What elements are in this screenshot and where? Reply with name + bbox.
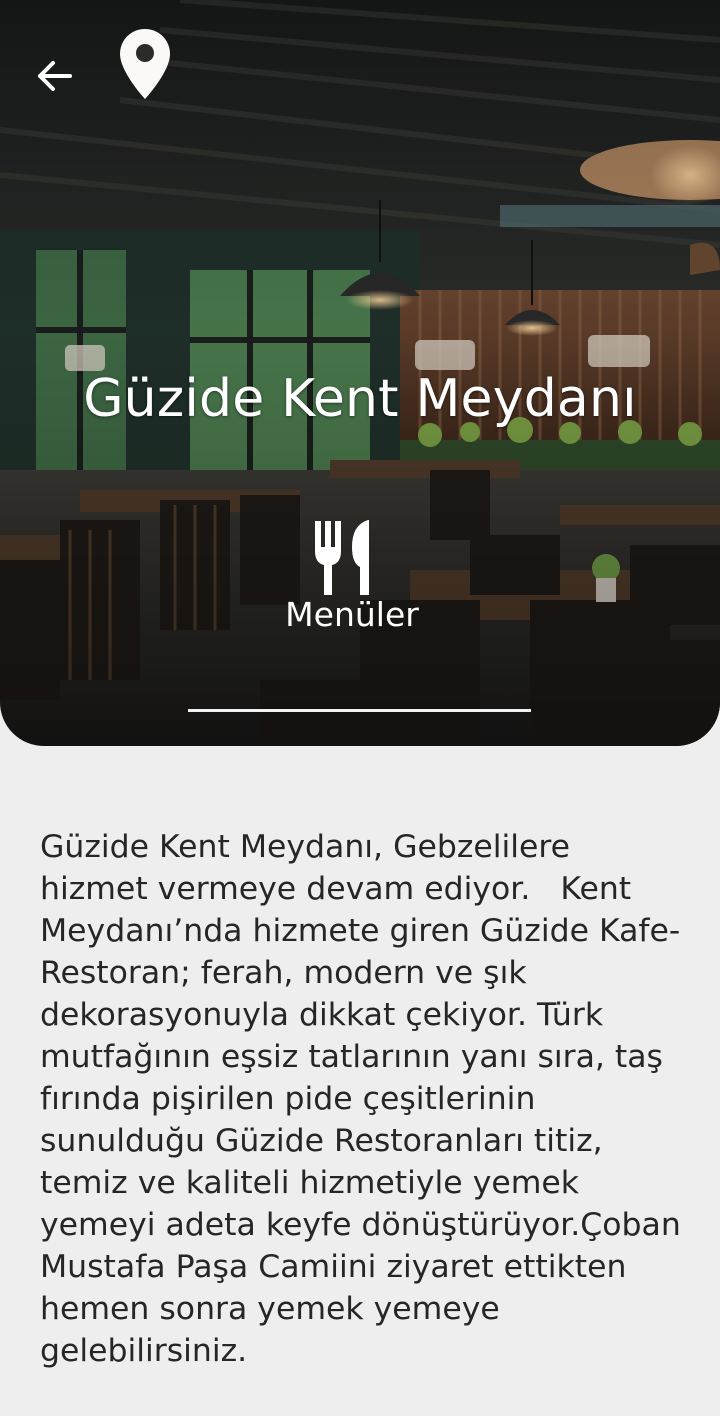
back-button[interactable] [28,52,84,100]
fork-knife-icon [315,520,369,595]
menus-button[interactable]: Menüler [250,510,470,640]
location-pin-icon [120,29,170,99]
location-button[interactable] [116,26,174,104]
menus-label: Menüler [285,595,419,634]
hero-image: Güzide Kent Meydanı Menüler [0,0,720,746]
page-title: Güzide Kent Meydanı [83,369,637,429]
tab-indicator [188,709,531,712]
arrow-back-icon [38,61,72,91]
description-text: Güzide Kent Meydanı, Gebzelilere hizmet … [40,829,681,1369]
